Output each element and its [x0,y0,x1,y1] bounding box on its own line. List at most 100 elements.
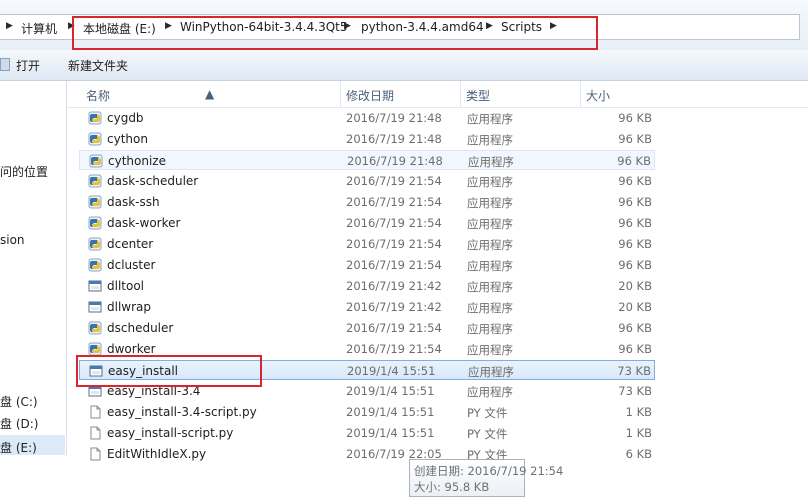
file-type: 应用程序 [467,301,513,315]
file-size: 96 KB [618,132,652,146]
python-exe-icon [88,237,102,251]
file-list: ▲ 名称 修改日期 类型 大小 cygdb 2016/7/19 21:48 应用程序… [67,81,808,497]
py-file-icon [88,405,102,419]
python-exe-icon [88,216,102,230]
file-row[interactable]: dllwrap 2016/7/19 21:42 应用程序 20 KB [79,297,655,317]
highlight-box-easy-install [76,355,262,387]
file-row[interactable]: cython 2016/7/19 21:48 应用程序 96 KB [79,129,655,149]
column-divider[interactable] [580,81,581,107]
file-name: dask-scheduler [107,174,199,188]
file-name: cygdb [107,111,144,125]
file-row[interactable]: dask-ssh 2016/7/19 21:54 应用程序 96 KB [79,192,655,212]
nav-item-drive-d[interactable]: 盘 (D:) [0,415,38,432]
column-divider[interactable] [340,81,341,107]
file-date: 2019/1/4 15:51 [346,426,435,440]
file-size: 1 KB [625,426,652,440]
file-type: 应用程序 [467,217,513,231]
file-row[interactable]: easy_install-3.4-script.py 2019/1/4 15:51… [79,402,655,422]
nav-item-recent-places[interactable]: 问的位置 [0,163,48,180]
file-size: 96 KB [618,237,652,251]
python-exe-icon [88,111,102,125]
file-name: easy_install-3.4-script.py [107,405,257,419]
py-file-icon [88,426,102,440]
column-header-date[interactable]: 修改日期 [346,87,394,104]
column-header-type[interactable]: 类型 [466,87,490,104]
tooltip-size: 大小: 95.8 KB [414,480,490,494]
file-size: 20 KB [618,300,652,314]
chevron-right-icon[interactable]: ▶ [6,21,13,31]
file-type: 应用程序 [467,280,513,294]
app-window-icon [88,279,102,293]
app-window-icon [88,300,102,314]
file-size: 96 KB [618,216,652,230]
file-row[interactable]: dask-scheduler 2016/7/19 21:54 应用程序 96 KB [79,171,655,191]
file-name: dworker [107,342,156,356]
file-row[interactable]: dask-worker 2016/7/19 21:54 应用程序 96 KB [79,213,655,233]
python-exe-icon [89,154,103,168]
file-date: 2016/7/19 21:42 [346,279,442,293]
file-type: 应用程序 [468,365,514,379]
file-type: 应用程序 [467,196,513,210]
file-type: 应用程序 [467,343,513,357]
python-exe-icon [88,258,102,272]
file-row[interactable]: EditWithIdleX.py 2016/7/19 22:05 PY 文件 6 KB [79,444,655,464]
column-header-size[interactable]: 大小 [586,87,610,104]
file-date: 2016/7/19 21:54 [346,195,442,209]
file-row[interactable]: easy_install-script.py 2019/1/4 15:51 PY 文… [79,423,655,443]
file-tooltip: 创建日期: 2016/7/19 21:54 大小: 95.8 KB [409,459,563,497]
file-type: PY 文件 [467,427,508,441]
file-size: 6 KB [625,447,652,461]
column-header-row: ▲ 名称 修改日期 类型 大小 [67,81,808,108]
file-name: cythonize [108,154,166,168]
file-date: 2016/7/19 21:54 [346,342,442,356]
file-date: 2016/7/19 21:54 [346,216,442,230]
file-type: PY 文件 [467,406,508,420]
nav-item-sion[interactable]: sion [0,233,25,247]
file-row[interactable]: cygdb 2016/7/19 21:48 应用程序 96 KB [79,108,655,128]
file-date: 2016/7/19 21:54 [346,174,442,188]
nav-item-drive-c[interactable]: 盘 (C:) [0,393,38,410]
column-divider[interactable] [460,81,461,107]
open-icon [0,58,10,71]
file-name: dllwrap [107,300,152,314]
file-type: 应用程序 [468,155,514,169]
file-row[interactable]: dlltool 2016/7/19 21:42 应用程序 20 KB [79,276,655,296]
open-button[interactable]: 打开 [16,57,40,74]
file-size: 20 KB [618,279,652,293]
file-date: 2016/7/19 21:54 [346,237,442,251]
sort-ascending-icon: ▲ [205,87,215,101]
nav-item-drive-e-selected[interactable]: 盘 (E:) [0,435,65,455]
file-name: dcluster [107,258,156,272]
file-size: 96 KB [617,154,651,168]
file-size: 96 KB [618,174,652,188]
column-header-name[interactable]: 名称 [86,87,110,104]
file-size: 96 KB [618,258,652,272]
file-type: 应用程序 [467,385,513,399]
file-date: 2016/7/19 21:48 [346,132,442,146]
tooltip-created: 创建日期: 2016/7/19 21:54 [414,464,564,478]
highlight-box-address [72,16,598,50]
file-type: 应用程序 [467,259,513,273]
file-size: 73 KB [617,364,651,378]
file-row[interactable]: dcenter 2016/7/19 21:54 应用程序 96 KB [79,234,655,254]
new-folder-button[interactable]: 新建文件夹 [68,57,128,74]
file-name: dlltool [107,279,145,293]
file-date: 2019/1/4 15:51 [346,384,435,398]
file-name: dscheduler [107,321,174,335]
file-row[interactable]: cythonize 2016/7/19 21:48 应用程序 96 KB [79,150,655,170]
file-name: dask-worker [107,216,181,230]
file-row[interactable]: dcluster 2016/7/19 21:54 应用程序 96 KB [79,255,655,275]
file-type: 应用程序 [467,112,513,126]
file-name: dcenter [107,237,154,251]
file-name: EditWithIdleX.py [107,447,207,461]
file-name: dask-ssh [107,195,160,209]
breadcrumb-computer[interactable]: 计算机 [21,20,57,37]
file-size: 96 KB [618,111,652,125]
file-date: 2019/1/4 15:51 [346,405,435,419]
python-exe-icon [88,195,102,209]
python-exe-icon [88,132,102,146]
file-row[interactable]: dscheduler 2016/7/19 21:54 应用程序 96 KB [79,318,655,338]
file-type: 应用程序 [467,322,513,336]
python-exe-icon [88,342,102,356]
file-name: easy_install-script.py [107,426,234,440]
